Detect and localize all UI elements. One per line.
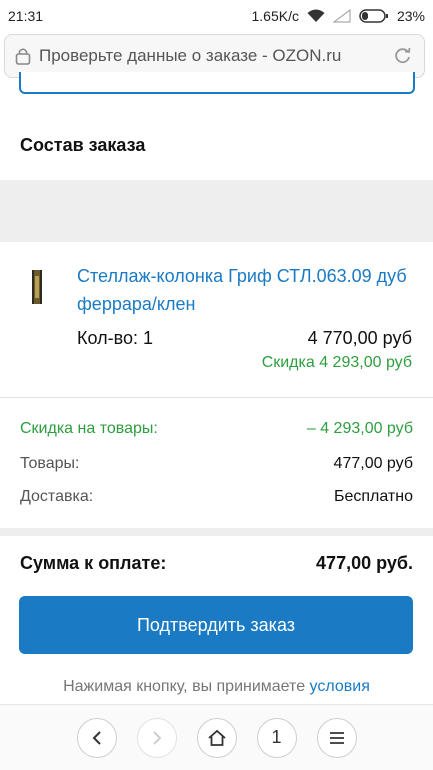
product-quantity: Кол-во: 1: [77, 328, 153, 348]
tab-count: 1: [271, 727, 282, 747]
delivery-label: Доставка:: [20, 488, 94, 505]
tabs-button[interactable]: 1: [256, 717, 297, 758]
product-price: 4 770,00 руб: [307, 328, 412, 348]
home-icon: [207, 729, 227, 747]
total-sum-value: 477,00 руб.: [316, 553, 413, 573]
forward-button[interactable]: [136, 717, 177, 758]
product-discount: Скидка 4 293,00 руб: [261, 354, 412, 371]
total-sum-label: Сумма к оплате:: [20, 553, 167, 573]
product-thumbnail[interactable]: [32, 270, 42, 304]
goods-value: 477,00 руб: [333, 455, 413, 472]
total-sum-row: Сумма к оплате: 477,00 руб.: [20, 553, 413, 574]
delivery-row: Доставка: Бесплатно: [20, 488, 413, 506]
discount-value: – 4 293,00 руб: [306, 420, 413, 437]
status-time: 21:31: [8, 8, 44, 24]
back-button[interactable]: [76, 717, 117, 758]
terms-notice: Нажимая кнопку, вы принимаете условия: [0, 678, 433, 696]
browser-bottom-nav: 1: [0, 704, 433, 770]
network-speed: 1.65K/c: [251, 8, 299, 24]
terms-text: Нажимая кнопку, вы принимаете: [63, 678, 310, 695]
reload-icon[interactable]: [392, 45, 414, 67]
menu-button[interactable]: [316, 717, 357, 758]
terms-link[interactable]: условия: [310, 678, 370, 695]
chevron-right-icon: [150, 730, 164, 746]
previous-panel-edge: [19, 72, 415, 94]
home-button[interactable]: [196, 717, 237, 758]
product-name-link[interactable]: Стеллаж-колонка Гриф СТЛ.063.09 дуб ферр…: [77, 262, 417, 318]
delivery-value: Бесплатно: [333, 488, 413, 505]
section-divider: [0, 180, 433, 242]
lock-icon: [15, 47, 31, 65]
chevron-left-icon: [90, 730, 104, 746]
order-section-title: Состав заказа: [20, 135, 146, 155]
goods-row: Товары: 477,00 руб: [20, 455, 413, 473]
page-title[interactable]: Проверьте данные о заказе - OZON.ru: [39, 46, 384, 66]
status-bar: 21:31 1.65K/c 23%: [0, 0, 433, 32]
totals-divider: [0, 528, 433, 536]
goods-label: Товары:: [20, 455, 80, 472]
order-item: Стеллаж-колонка Гриф СТЛ.063.09 дуб ферр…: [0, 242, 433, 398]
battery-level: 23%: [396, 8, 425, 24]
signal-icon: [332, 9, 351, 23]
battery-icon: [359, 9, 389, 23]
discount-row: Скидка на товары: – 4 293,00 руб: [20, 420, 413, 438]
wifi-icon: [307, 9, 325, 23]
status-right: 1.65K/c 23%: [251, 8, 425, 24]
hamburger-menu-icon: [329, 731, 345, 745]
discount-label: Скидка на товары:: [20, 420, 158, 437]
confirm-order-button[interactable]: Подтвердить заказ: [19, 596, 413, 654]
